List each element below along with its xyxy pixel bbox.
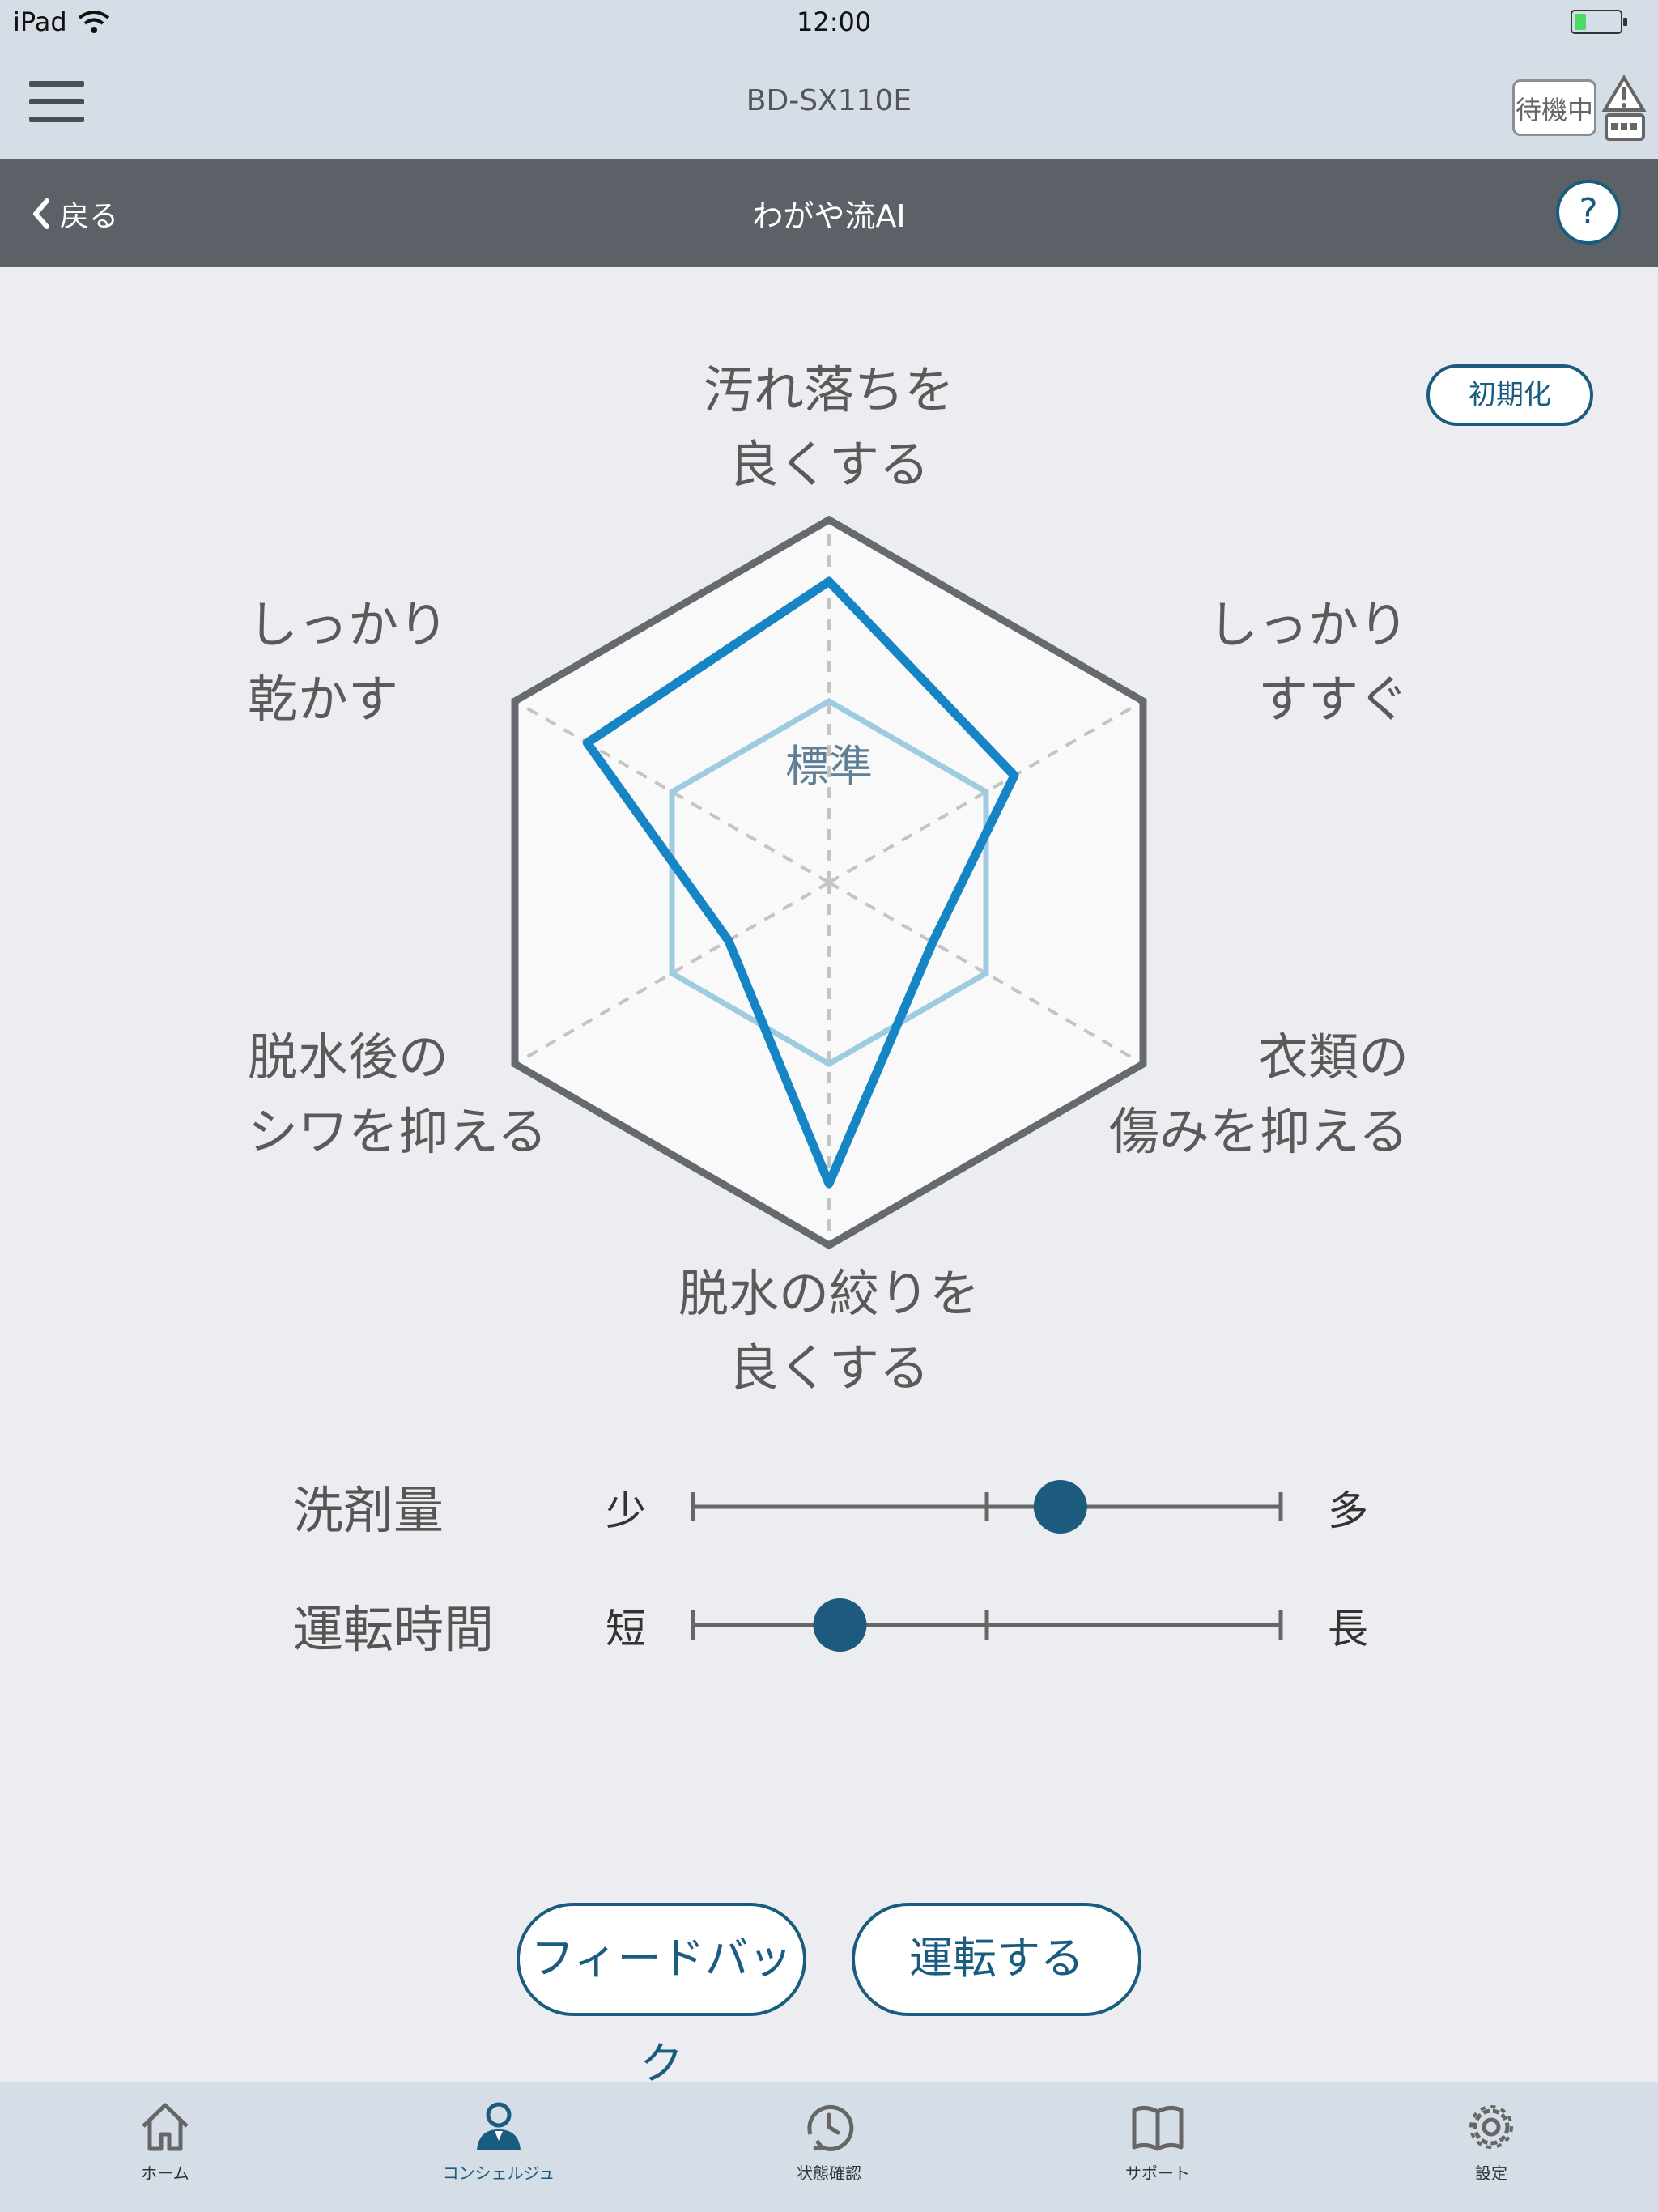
- concierge-icon: [477, 2102, 521, 2150]
- tab-concierge[interactable]: コンシェルジュ: [418, 2099, 580, 2204]
- home-icon: [142, 2103, 189, 2151]
- sliders-layer: [691, 1480, 1283, 1652]
- run-button[interactable]: 運転する: [852, 1903, 1141, 2016]
- feedback-button[interactable]: フィードバック: [517, 1903, 806, 2089]
- duration-slider[interactable]: [691, 1598, 1283, 1652]
- detergent-slider[interactable]: [691, 1480, 1283, 1534]
- tab-settings[interactable]: 設定: [1410, 2099, 1572, 2204]
- detergent-slider-knob[interactable]: [1033, 1480, 1087, 1534]
- book-icon: [1132, 2105, 1184, 2151]
- tab-status[interactable]: 状態確認: [748, 2099, 910, 2204]
- duration-slider-knob[interactable]: [813, 1598, 867, 1652]
- tab-home[interactable]: ホーム: [84, 2099, 246, 2204]
- gear-icon: [1469, 2105, 1513, 2149]
- tab-support[interactable]: サポート: [1077, 2099, 1239, 2204]
- clock-icon: [807, 2104, 854, 2151]
